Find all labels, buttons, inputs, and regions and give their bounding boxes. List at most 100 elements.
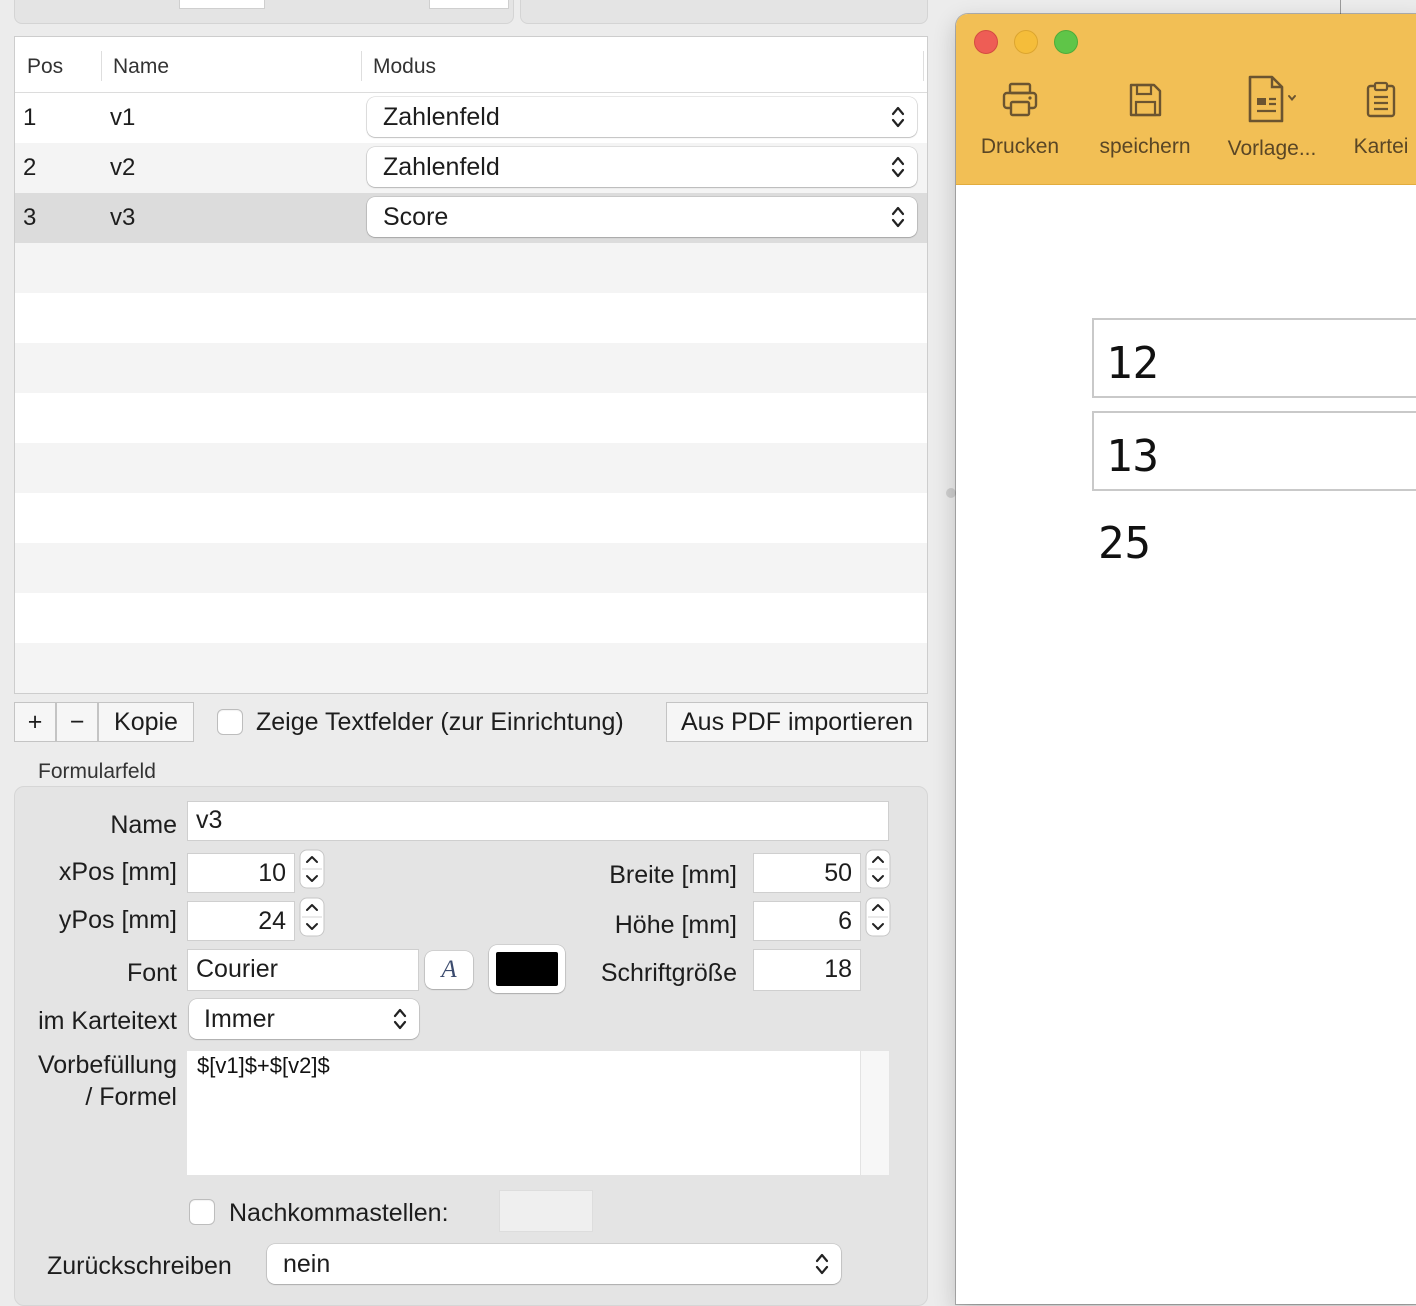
column-header-name[interactable]: Name [113, 55, 169, 79]
chevron-updown-icon [393, 1006, 407, 1032]
empty-row [15, 493, 927, 543]
preview-field-v2[interactable]: 13 [1092, 411, 1416, 491]
column-separator [923, 51, 924, 81]
decimals-label: Nachkommastellen: [229, 1199, 449, 1227]
popup-value: Zahlenfeld [383, 103, 500, 131]
toolbar-save-button[interactable]: speichern [1090, 80, 1200, 159]
font-chooser-button[interactable]: A [425, 951, 473, 989]
height-input[interactable]: 6 [753, 901, 861, 941]
font-italic-a-icon: A [441, 956, 457, 983]
color-swatch [496, 952, 558, 986]
table-row[interactable]: 1 v1 Zahlenfeld [15, 93, 927, 143]
toolbar-print-button[interactable]: Drucken [972, 80, 1068, 159]
xpos-input[interactable]: 10 [187, 853, 295, 893]
ypos-label: yPos [mm] [58, 906, 177, 934]
karteitext-value: Immer [204, 1005, 275, 1033]
name-label: Name [110, 811, 177, 839]
xpos-stepper[interactable] [299, 849, 325, 889]
writeback-popup[interactable]: nein [267, 1244, 841, 1284]
show-textfields-label: Zeige Textfelder (zur Einrichtung) [256, 708, 624, 736]
top-settings-panel [14, 0, 514, 24]
height-label: Höhe [mm] [614, 911, 737, 939]
toolbar-label: Kartei [1353, 135, 1409, 158]
ypos-input[interactable]: 24 [187, 901, 295, 941]
table-row[interactable]: 2 v2 Zahlenfeld [15, 143, 927, 193]
window-toolbar: Drucken speichern Vorlage... Kartei [956, 14, 1416, 185]
row-modus-popup[interactable]: Score [367, 197, 917, 237]
top-settings-panel-2 [520, 0, 928, 24]
font-input[interactable]: Courier [187, 949, 419, 991]
empty-row [15, 243, 927, 293]
writeback-value: nein [283, 1250, 331, 1278]
column-header-pos[interactable]: Pos [27, 55, 63, 79]
row-modus-popup[interactable]: Zahlenfeld [367, 147, 917, 187]
chevron-updown-icon [891, 154, 905, 180]
decimals-input[interactable] [499, 1190, 593, 1232]
add-button[interactable]: + [14, 702, 56, 742]
clipboard-icon [1346, 80, 1416, 125]
color-well[interactable] [489, 945, 565, 993]
decimals-checkbox[interactable] [189, 1199, 215, 1225]
top-field-2[interactable] [429, 0, 509, 9]
remove-button[interactable]: − [56, 702, 98, 742]
font-label: Font [126, 959, 177, 987]
height-stepper[interactable] [865, 897, 891, 937]
chevron-updown-icon [891, 104, 905, 130]
column-separator [101, 51, 102, 81]
karteitext-label: im Karteitext [38, 1007, 177, 1035]
template-icon [1222, 74, 1322, 129]
fontsize-input[interactable]: 18 [753, 949, 861, 991]
popup-value: Score [383, 203, 449, 231]
minimize-window-button[interactable] [1014, 30, 1038, 54]
width-label: Breite [mm] [609, 861, 737, 889]
width-input[interactable]: 50 [753, 853, 861, 893]
row-pos: 1 [23, 104, 37, 131]
ypos-stepper[interactable] [299, 897, 325, 937]
toolbar-label: speichern [1099, 135, 1191, 158]
column-header-modus[interactable]: Modus [373, 55, 436, 79]
row-name: v3 [110, 204, 136, 231]
toolbar-template-button[interactable]: Vorlage... [1222, 74, 1322, 161]
empty-row [15, 443, 927, 493]
formfield-section-title: Formularfeld [38, 760, 156, 783]
toolbar-kartei-button[interactable]: Kartei [1346, 80, 1416, 159]
toolbar-label: Drucken [980, 135, 1060, 158]
close-window-button[interactable] [974, 30, 998, 54]
top-field-1[interactable] [179, 0, 265, 9]
row-pos: 2 [23, 154, 37, 181]
name-input[interactable]: v3 [187, 801, 889, 841]
import-pdf-button[interactable]: Aus PDF importieren [666, 702, 928, 742]
preview-field-value: 13 [1106, 431, 1159, 482]
row-name: v2 [110, 154, 136, 181]
preview-field-v1[interactable]: 12 [1092, 318, 1416, 398]
fields-table: Pos Name Modus 1 v1 Zahlenfeld 2 v2 Zahl… [14, 36, 928, 694]
copy-button[interactable]: Kopie [98, 702, 194, 742]
empty-row [15, 543, 927, 593]
empty-row [15, 593, 927, 643]
table-row-selected[interactable]: 3 v3 Score [15, 193, 927, 243]
karteitext-popup[interactable]: Immer [189, 999, 419, 1039]
formula-label-line2: / Formel [85, 1083, 177, 1111]
width-stepper[interactable] [865, 849, 891, 889]
formula-label-line1: Vorbefüllung [37, 1051, 177, 1079]
row-modus-popup[interactable]: Zahlenfeld [367, 97, 917, 137]
formula-scrollbar[interactable] [860, 1051, 889, 1175]
zoom-window-button[interactable] [1054, 30, 1078, 54]
show-textfields-checkbox[interactable] [217, 709, 243, 735]
table-header: Pos Name Modus [15, 37, 927, 93]
column-separator [361, 51, 362, 81]
popup-value: Zahlenfeld [383, 153, 500, 181]
formula-textarea[interactable]: $[v1]$+$[v2]$ [187, 1051, 889, 1175]
xpos-label: xPos [mm] [58, 858, 177, 886]
save-icon [1090, 80, 1200, 125]
preview-window: Drucken speichern Vorlage... Kartei 12 1… [956, 14, 1416, 1304]
preview-field-value: 12 [1106, 338, 1159, 389]
chevron-updown-icon [815, 1251, 829, 1277]
empty-row [15, 293, 927, 343]
printer-icon [972, 80, 1068, 125]
formula-text: $[v1]$+$[v2]$ [197, 1053, 330, 1078]
split-view-handle[interactable] [946, 488, 956, 498]
formfield-panel: Name v3 xPos [mm] 10 Breite [mm] 50 yPos… [14, 786, 928, 1306]
fontsize-label: Schriftgröße [600, 959, 737, 987]
empty-row [15, 343, 927, 393]
